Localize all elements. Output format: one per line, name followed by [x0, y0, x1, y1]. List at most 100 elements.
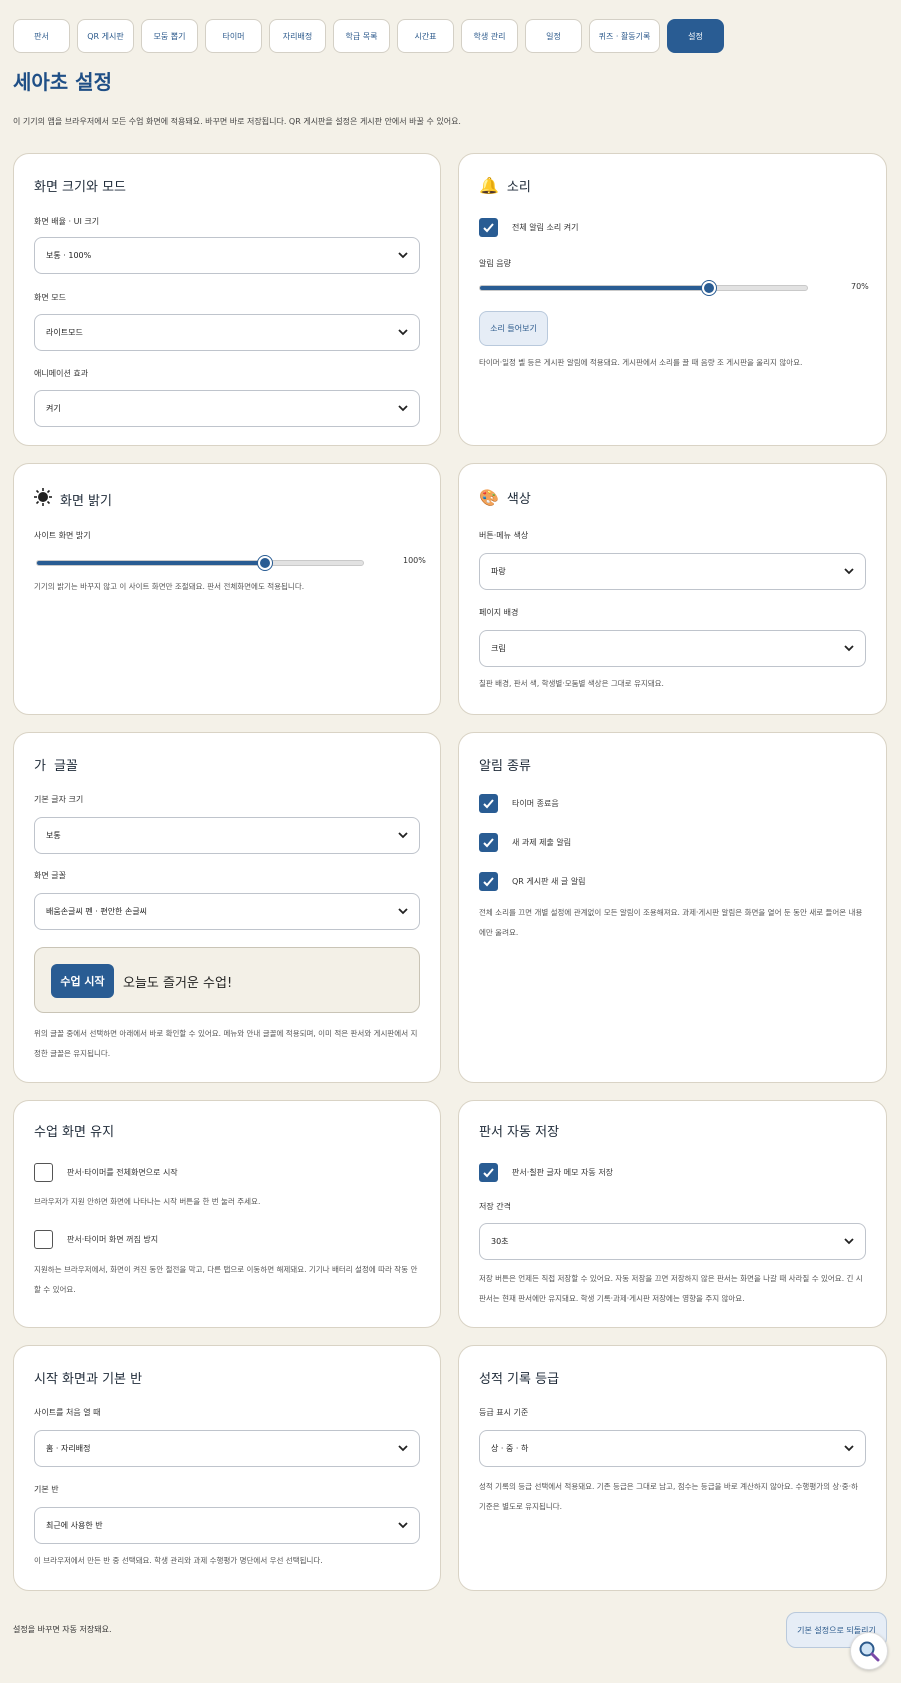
footer-note: 설정을 바꾸면 자동 저장돼요. [13, 1625, 112, 1634]
checkbox-checked-icon [479, 1163, 498, 1182]
preview-text: 오늘도 즐거운 수업! [123, 976, 233, 991]
page-title: 세아초 설정 [13, 70, 112, 94]
wake-lock-note: 지원하는 브라우저에서, 화면이 켜진 동안 절전을 막고, 다른 탭으로 이동… [34, 1265, 418, 1294]
tab-group-picker[interactable]: 모둠 뽑기 [141, 19, 198, 53]
grade-select[interactable]: 상 · 중 · 하 [479, 1430, 866, 1467]
bg-color-label: 페이지 배경 [479, 608, 519, 617]
brightness-label: 사이트 화면 밝기 [34, 531, 91, 540]
alert-assignment-checkbox[interactable]: 새 과제 제출 알림 [479, 833, 571, 852]
alerts-title: 알림 종류 [479, 759, 531, 774]
grades-card: 성적 기록 등급 등급 표시 기준 상 · 중 · 하 성적 기록의 등급 선택… [458, 1345, 887, 1591]
chevron-down-icon [398, 329, 408, 336]
tab-quiz[interactable]: 퀴즈 · 활동기록 [589, 19, 660, 53]
open-select[interactable]: 홈 · 자리배정 [34, 1430, 420, 1467]
fullscreen-note: 브라우저가 지원 안하면 화면에 나타나는 시작 버튼을 한 번 눌러 주세요. [34, 1197, 261, 1206]
font-size-value: 보통 [46, 831, 61, 840]
font-family-select[interactable]: 배움손글씨 펜 · 편안한 손글씨 [34, 893, 420, 930]
bg-color-value: 크림 [491, 644, 506, 653]
colors-title: 🎨 색상 [479, 488, 531, 507]
tab-qr-board[interactable]: QR 게시판 [77, 19, 134, 53]
font-family-value: 배움손글씨 펜 · 편안한 손글씨 [46, 907, 148, 916]
font-icon: 가 [34, 759, 46, 774]
wake-lock-checkbox[interactable]: 판서·타이머 화면 꺼짐 방지 [34, 1230, 158, 1249]
chevron-down-icon [398, 1445, 408, 1452]
animation-select[interactable]: 켜기 [34, 390, 420, 427]
chevron-down-icon [844, 1238, 854, 1245]
chevron-down-icon [398, 405, 408, 412]
checkbox-checked-icon [479, 794, 498, 813]
volume-label: 알림 음량 [479, 259, 511, 268]
checkbox-checked-icon [479, 872, 498, 891]
scale-select[interactable]: 보통 · 100% [34, 237, 420, 274]
brightness-note: 기기의 밝기는 바꾸지 않고 이 사이트 화면만 조절돼요. 판서 전체화면에도… [34, 582, 305, 591]
animation-label: 애니메이션 효과 [34, 369, 89, 378]
checkbox-unchecked-icon [34, 1163, 53, 1182]
zoom-button[interactable] [850, 1632, 888, 1670]
tab-timer[interactable]: 타이머 [205, 19, 262, 53]
volume-slider[interactable] [479, 281, 808, 295]
chevron-down-icon [844, 1445, 854, 1452]
tab-seating[interactable]: 자리배정 [269, 19, 326, 53]
volume-slider-thumb[interactable] [701, 281, 716, 295]
chevron-down-icon [398, 1522, 408, 1529]
scale-value: 보통 · 100% [46, 251, 92, 260]
grade-value: 상 · 중 · 하 [491, 1444, 529, 1453]
autosave-title: 판서 자동 저장 [479, 1125, 560, 1140]
tab-students[interactable]: 학생 관리 [461, 19, 518, 53]
interval-value: 30초 [491, 1237, 509, 1246]
palette-icon: 🎨 [479, 488, 499, 507]
open-label: 사이트를 처음 열 때 [34, 1408, 101, 1417]
alert-timer-checkbox[interactable]: 타이머 종료음 [479, 794, 559, 813]
brightness-card: 화면 밝기 사이트 화면 밝기 100% 기기의 밝기는 바꾸지 않고 이 사이… [13, 463, 441, 715]
tab-class-list[interactable]: 학급 목록 [333, 19, 390, 53]
open-value: 홈 · 자리배정 [46, 1444, 91, 1453]
sound-enable-checkbox[interactable]: 전체 알림 소리 켜기 [479, 218, 579, 237]
autosave-checkbox[interactable]: 판서·칠판 글자 메모 자동 저장 [479, 1163, 613, 1182]
fonts-title: 가 글꼴 [34, 755, 78, 774]
display-card: 화면 크기와 모드 화면 배율 · UI 크기 보통 · 100% 화면 모드 … [13, 153, 441, 446]
sound-test-button[interactable]: 소리 들어보기 [479, 311, 548, 346]
mode-select[interactable]: 라이트모드 [34, 314, 420, 351]
brightness-value: 100% [403, 556, 426, 565]
default-class-select[interactable]: 최근에 사용한 반 [34, 1507, 420, 1544]
mode-label: 화면 모드 [34, 293, 66, 302]
font-size-select[interactable]: 보통 [34, 817, 420, 854]
interval-select[interactable]: 30초 [479, 1223, 866, 1260]
fonts-card: 가 글꼴 기본 글자 크기 보통 화면 글꼴 배움손글씨 펜 · 편안한 손글씨 … [13, 732, 441, 1083]
fullscreen-checkbox[interactable]: 판서·타이머를 전체화면으로 시작 [34, 1163, 178, 1182]
tab-board[interactable]: 판서 [13, 19, 70, 53]
chevron-down-icon [398, 252, 408, 259]
tab-timetable[interactable]: 시간표 [397, 19, 454, 53]
brightness-slider-thumb[interactable] [258, 556, 273, 570]
keep-card: 수업 화면 유지 판서·타이머를 전체화면으로 시작 브라우저가 지원 안하면 … [13, 1100, 441, 1328]
colors-card: 🎨 색상 버튼·메뉴 색상 파랑 페이지 배경 크림 칠판 배경, 판서 색, 학… [458, 463, 887, 715]
fonts-note: 위의 글꼴 중에서 선택하면 아래에서 바로 확인할 수 있어요. 메뉴와 안내… [34, 1029, 418, 1058]
chevron-down-icon [398, 908, 408, 915]
button-color-value: 파랑 [491, 567, 506, 576]
brightness-title: 화면 밝기 [34, 488, 112, 510]
alerts-card: 알림 종류 타이머 종료음 새 과제 제출 알림 QR 게시판 새 글 알림 전… [458, 732, 887, 1083]
grades-title: 성적 기록 등급 [479, 1372, 560, 1387]
sun-icon [34, 488, 52, 510]
display-title: 화면 크기와 모드 [34, 180, 126, 195]
checkbox-checked-icon [479, 218, 498, 237]
bell-icon: 🔔 [479, 176, 499, 195]
checkbox-unchecked-icon [34, 1230, 53, 1249]
brightness-slider[interactable] [36, 556, 364, 570]
page-description: 이 기기의 앱을 브라우저에서 모든 수업 화면에 적용돼요. 바꾸면 바로 저… [13, 117, 461, 126]
bg-color-select[interactable]: 크림 [479, 630, 866, 667]
grades-note: 성적 기록의 등급 선택에서 적용돼요. 기존 등급은 그대로 남고, 점수는 … [479, 1482, 858, 1511]
scale-label: 화면 배율 · UI 크기 [34, 217, 100, 226]
default-class-label: 기본 반 [34, 1485, 59, 1494]
animation-value: 켜기 [46, 404, 61, 413]
start-note: 이 브라우저에서 만든 반 중 선택돼요. 학생 관리와 과제 수행평가 명단에… [34, 1556, 323, 1565]
interval-label: 저장 간격 [479, 1202, 511, 1211]
tab-schedule[interactable]: 일정 [525, 19, 582, 53]
tab-settings[interactable]: 설정 [667, 19, 724, 53]
font-family-label: 화면 글꼴 [34, 871, 66, 880]
button-color-select[interactable]: 파랑 [479, 553, 866, 590]
alert-qr-checkbox[interactable]: QR 게시판 새 글 알림 [479, 872, 586, 891]
chevron-down-icon [844, 568, 854, 575]
alerts-note: 전체 소리를 끄면 개별 설정에 관계없이 모든 알림이 조용해져요. 과제·게… [479, 908, 863, 937]
grade-label: 등급 표시 기준 [479, 1408, 529, 1417]
